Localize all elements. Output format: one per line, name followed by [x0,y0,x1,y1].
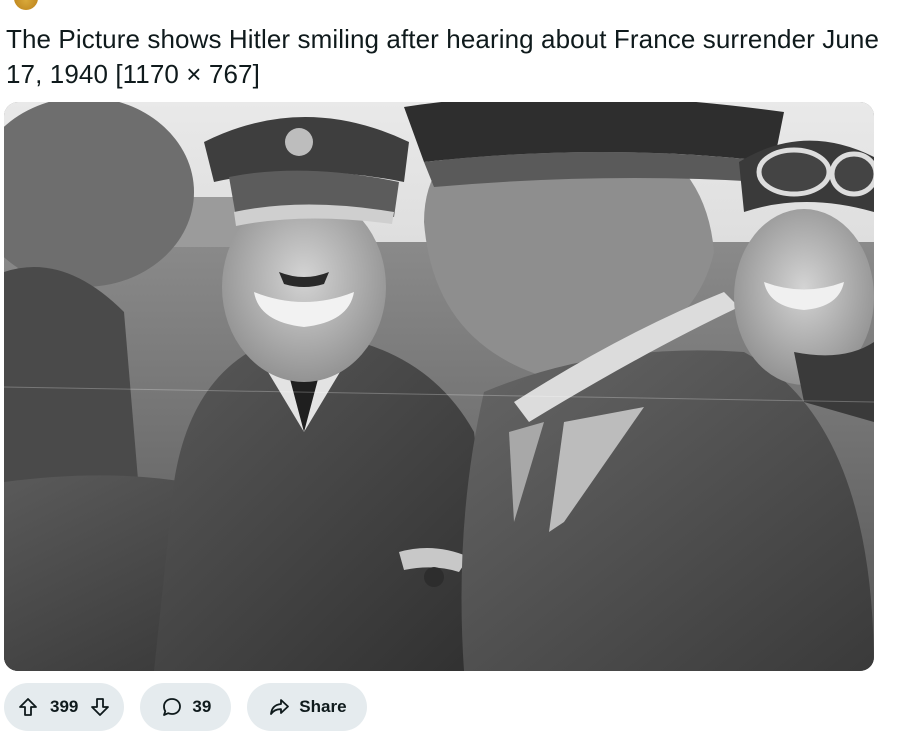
upvote-arrow-icon[interactable] [16,695,40,719]
downvote-arrow-icon[interactable] [88,695,112,719]
share-label: Share [299,697,347,716]
comment-bubble-icon [160,695,184,719]
vote-count: 399 [50,697,79,716]
post-title[interactable]: The Picture shows Hitler smiling after h… [6,22,906,92]
share-button[interactable]: Share [247,683,367,731]
share-arrow-icon [267,695,291,719]
photo-illustration [4,102,874,671]
vote-control: 399 [4,683,125,731]
post-image[interactable] [4,102,874,671]
comments-button[interactable]: 39 [140,683,232,731]
subreddit-avatar[interactable] [14,0,38,10]
comment-count: 39 [192,697,212,716]
post-action-bar: 399 39 Share [4,683,367,731]
